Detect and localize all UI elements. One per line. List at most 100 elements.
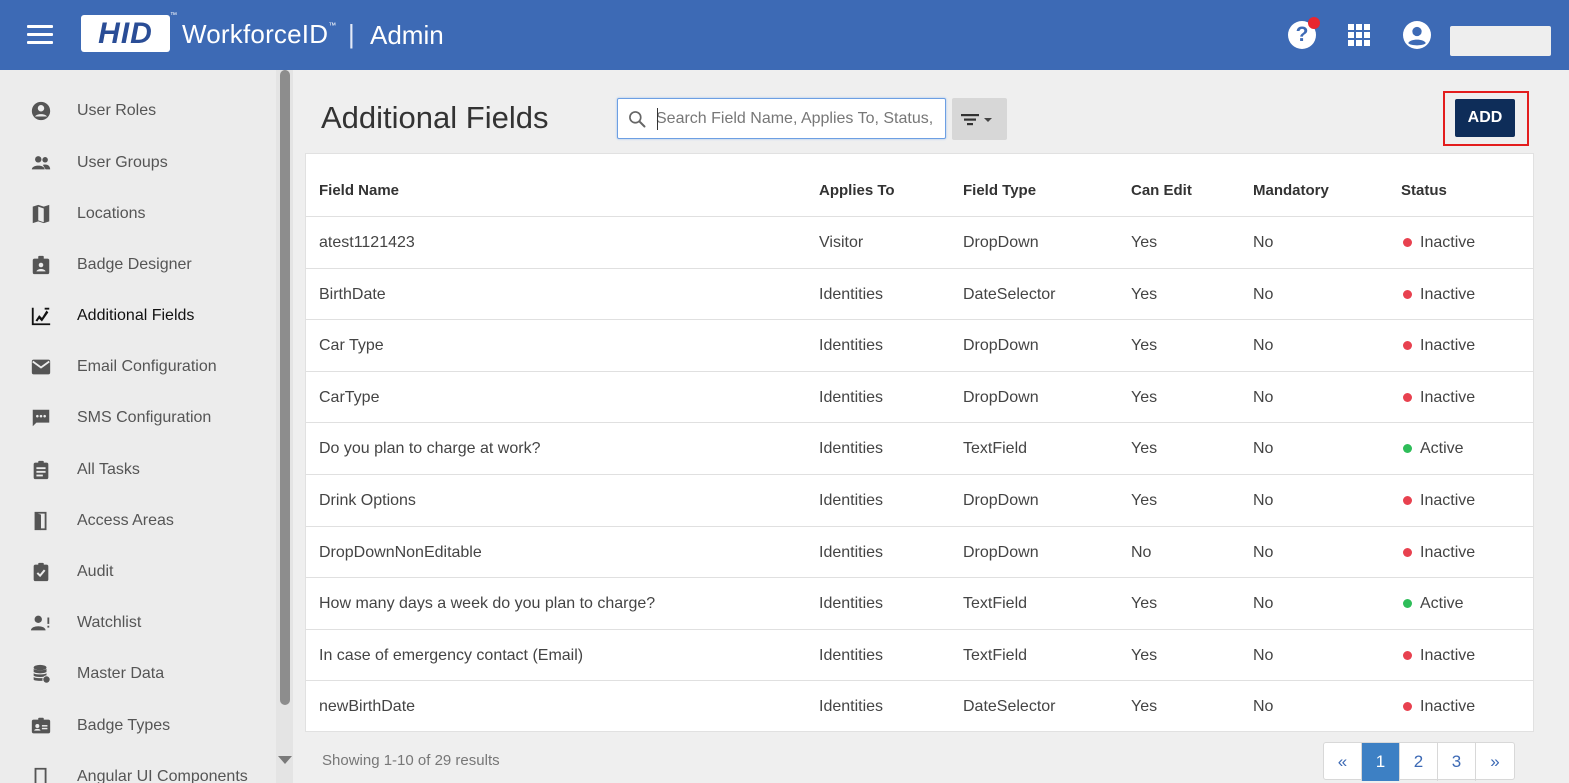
column-header-mandatory[interactable]: Mandatory [1253,182,1329,199]
pagination-page-2[interactable]: 2 [1400,743,1438,781]
sidebar-item-angular-ui-components[interactable]: Angular UI Components [0,752,276,783]
sidebar-item-label: Master Data [77,665,165,682]
cell-field-type: DateSelector [963,698,1056,716]
cell-mandatory: No [1253,698,1274,716]
cell-applies-to: Identities [819,440,884,458]
apps-grid-icon[interactable] [1348,24,1370,46]
column-header-can-edit[interactable]: Can Edit [1131,182,1192,199]
cell-can-edit: Yes [1131,595,1158,613]
scroll-down-arrow-icon[interactable] [278,756,292,764]
cell-status: Inactive [1420,543,1476,561]
pagination-first[interactable]: « [1324,743,1362,781]
column-header-status[interactable]: Status [1401,182,1447,199]
sidebar-item-label: SMS Configuration [77,409,212,426]
title-separator: | [348,19,355,49]
sidebar-item-additional-fields[interactable]: Additional Fields [0,291,276,342]
add-button[interactable]: ADD [1455,99,1515,137]
cell-can-edit: Yes [1131,285,1158,303]
sidebar-item-badge-designer[interactable]: Badge Designer [0,240,276,291]
sms-icon [32,409,50,427]
column-header-field-name[interactable]: Field Name [319,182,399,199]
sidebar-item-label: Badge Types [77,717,171,734]
cell-field-name: Do you plan to charge at work? [319,440,541,458]
cell-field-name: atest1121423 [319,234,415,251]
cell-field-name: How many days a week do you plan to char… [319,595,656,613]
pagination-last[interactable]: » [1476,743,1514,781]
cell-field-type: TextField [963,646,1028,664]
menu-icon[interactable] [27,25,53,45]
cell-mandatory: No [1253,543,1274,561]
cell-applies-to: Identities [819,337,884,355]
cell-mandatory: No [1253,646,1274,664]
filter-button[interactable] [952,98,1007,140]
pagination-page-1[interactable]: 1 [1362,743,1400,781]
table-row[interactable]: Car Type Identities DropDown Yes No Inactive [306,319,1533,371]
sidebar-scroll-thumb[interactable] [280,70,290,705]
search-field[interactable] [617,98,946,139]
page-title: Additional Fields [321,100,549,135]
user-name-box[interactable] [1450,26,1551,56]
sidebar-item-user-groups[interactable]: User Groups [0,138,276,189]
sidebar-item-email-configuration[interactable]: Email Configuration [0,342,276,393]
table-row[interactable]: How many days a week do you plan to char… [306,577,1533,629]
table-row[interactable]: newBirthDate Identities DateSelector Yes No I… [306,680,1533,732]
table-row[interactable]: Do you plan to charge at work? Identities… [306,422,1533,474]
table-row[interactable]: In case of emergency contact (Email) Iden… [306,628,1533,681]
cell-can-edit: Yes [1131,337,1158,355]
cell-applies-to: Identities [819,492,884,509]
cell-field-type: DropDown [963,492,1039,509]
column-header-field-type[interactable]: Field Type [963,182,1036,199]
status-dot-icon [1403,392,1412,402]
cell-applies-to: Identities [819,595,884,613]
badge-designer-icon [32,255,50,275]
sidebar-item-badge-types[interactable]: Badge Types [0,701,276,752]
cell-mandatory: No [1253,285,1274,303]
door-icon [34,511,47,531]
hid-logo: HID [81,15,170,52]
status-dot-icon [1403,341,1412,351]
cell-field-name: DropDownNonEditable [319,543,482,561]
cell-applies-to: Identities [819,285,884,303]
watchlist-icon [30,615,50,631]
pagination: « 1 2 3 » [1323,742,1515,781]
cell-can-edit: Yes [1131,440,1158,458]
sidebar-item-access-areas[interactable]: Access Areas [0,496,276,547]
sidebar-item-locations[interactable]: Locations [0,189,276,240]
cell-status: Inactive [1420,646,1476,664]
sidebar-item-sms-configuration[interactable]: SMS Configuration [0,393,276,444]
sidebar-item-watchlist[interactable]: Watchlist [0,598,276,649]
sidebar-item-label: Additional Fields [77,307,195,324]
search-input[interactable] [656,107,938,131]
cell-applies-to: Visitor [819,234,864,251]
column-header-applies-to[interactable]: Applies To [819,182,895,199]
cell-can-edit: No [1131,543,1152,561]
table-row[interactable]: BirthDate Identities DateSelector Yes No Inac… [306,267,1533,320]
additional-fields-table: Field Name Applies To Field Type Can Edi… [305,153,1534,732]
sidebar-item-label: Badge Designer [77,256,192,273]
cell-field-type: DateSelector [963,285,1056,303]
sidebar-item-user-roles[interactable]: User Roles [0,86,276,137]
table-row[interactable]: Drink Options Identities DropDown Yes No Inac… [306,474,1533,526]
sidebar-item-audit[interactable]: Audit [0,547,276,598]
pagination-page-3[interactable]: 3 [1438,743,1476,781]
table-row[interactable]: atest1121423 Visitor DropDown Yes No Inactive [306,216,1533,268]
cell-mandatory: No [1253,337,1274,355]
sidebar-item-master-data[interactable]: Master Data [0,649,276,700]
cell-status: Inactive [1420,492,1476,509]
sidebar-item-label: User Groups [77,154,168,171]
cell-field-name: In case of emergency contact (Email) [319,646,584,664]
status-dot-icon [1403,444,1412,454]
account-circle-icon[interactable] [1403,21,1431,49]
cell-can-edit: Yes [1131,646,1158,664]
table-row[interactable]: DropDownNonEditable Identities DropDown No N… [306,525,1533,578]
sidebar-item-all-tasks[interactable]: All Tasks [0,445,276,496]
cell-can-edit: Yes [1131,492,1158,509]
status-dot-icon [1403,289,1412,299]
sidebar-item-label: User Roles [77,102,157,119]
product-tm: ™ [328,21,337,30]
text-cursor [657,108,658,130]
cell-field-name: BirthDate [319,285,386,303]
cell-status: Inactive [1420,337,1476,355]
cell-field-type: TextField [963,440,1028,458]
table-row[interactable]: CarType Identities DropDown Yes No Inactive [306,370,1533,423]
